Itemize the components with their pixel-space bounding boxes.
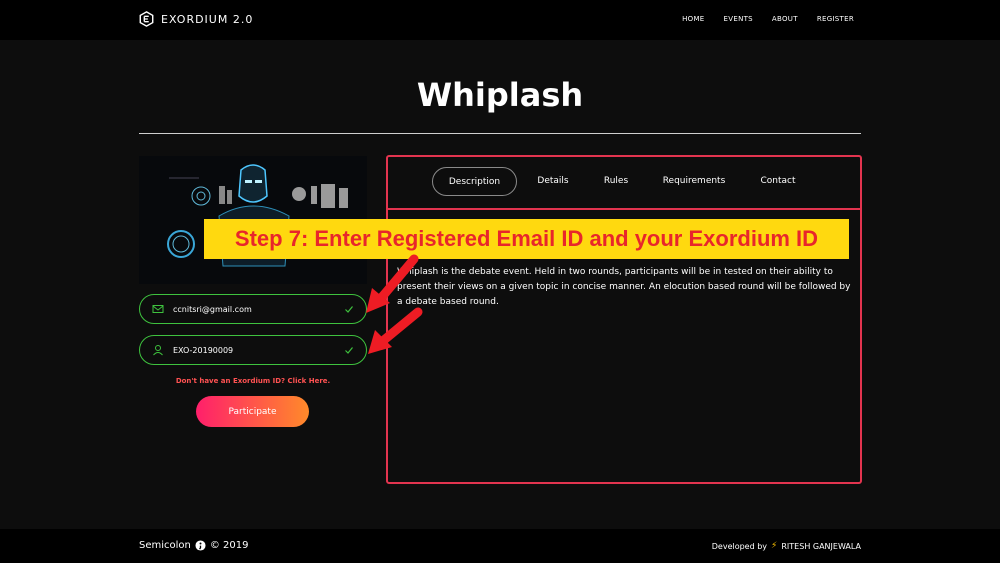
tab-requirements[interactable]: Requirements	[654, 167, 734, 196]
exordium-id-field[interactable]	[139, 335, 367, 365]
email-field[interactable]	[139, 294, 367, 324]
envelope-icon	[152, 305, 164, 313]
footer-developer-name[interactable]: RITESH GANJEWALA	[781, 542, 861, 551]
nav-links: HOME EVENTS ABOUT REGISTER	[682, 15, 854, 23]
event-info-panel: Description Details Rules Requirements C…	[386, 155, 862, 484]
nav-register[interactable]: REGISTER	[817, 15, 854, 23]
hexagon-e-logo-icon	[139, 11, 154, 27]
tab-rules[interactable]: Rules	[592, 167, 640, 196]
tab-contact[interactable]: Contact	[750, 167, 806, 196]
semicolon-logo-icon	[195, 540, 206, 551]
brand[interactable]: EXORDIUM 2.0	[139, 11, 253, 27]
lightning-bolt-icon: ⚡	[771, 541, 778, 551]
check-icon	[345, 347, 353, 354]
email-input[interactable]	[173, 304, 344, 314]
step-banner: Step 7: Enter Registered Email ID and yo…	[204, 219, 849, 259]
footer-credit-left: Semicolon © 2019	[139, 540, 249, 551]
tab-description[interactable]: Description	[432, 167, 517, 196]
footer-developed-by: Developed by	[711, 541, 768, 551]
step-text: Step 7: Enter Registered Email ID and yo…	[234, 226, 819, 251]
footer-credit-right: Developed by ⚡ RITESH GANJEWALA	[712, 541, 861, 551]
tabs-bar: Description Details Rules Requirements C…	[388, 157, 860, 210]
nav-home[interactable]: HOME	[682, 15, 704, 23]
nav-events[interactable]: EVENTS	[724, 15, 753, 23]
footer-copyright: © 2019	[209, 540, 249, 551]
user-icon	[153, 345, 163, 356]
nav-about[interactable]: ABOUT	[772, 15, 798, 23]
page-title: Whiplash	[416, 76, 584, 114]
footer: Semicolon © 2019 Developed by ⚡ RITESH G…	[0, 529, 1000, 563]
tab-details[interactable]: Details	[528, 167, 578, 196]
check-icon	[345, 306, 353, 313]
title-divider	[139, 133, 861, 134]
brand-name: EXORDIUM 2.0	[161, 12, 254, 26]
footer-semicolon-label: Semicolon	[139, 540, 191, 551]
participate-button[interactable]: Participate	[196, 396, 309, 427]
get-exordium-id-link[interactable]: Don't have an Exordium ID? Click Here.	[139, 377, 367, 385]
exordium-id-input[interactable]	[173, 345, 344, 355]
event-description: Whiplash is the debate event. Held in tw…	[397, 267, 851, 307]
top-navbar: EXORDIUM 2.0 HOME EVENTS ABOUT REGISTER	[0, 0, 1000, 40]
